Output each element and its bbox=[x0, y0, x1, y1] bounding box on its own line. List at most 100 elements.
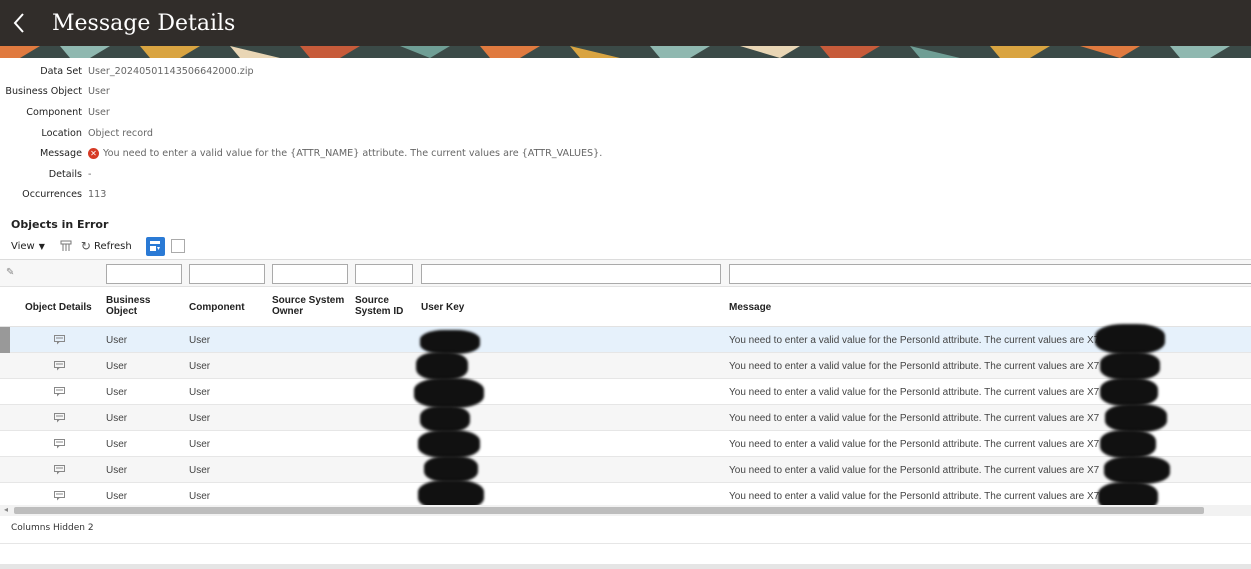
redaction-mark bbox=[418, 430, 480, 458]
cell-business-object: User bbox=[106, 335, 128, 346]
field-details: Details - bbox=[0, 164, 700, 185]
table-toolbar: View ▼ ↻ Refresh bbox=[11, 236, 185, 256]
columns-hidden-count: 2 bbox=[87, 523, 94, 533]
col-message[interactable]: Message bbox=[729, 302, 771, 313]
col-user-key[interactable]: User Key bbox=[421, 302, 464, 313]
chevron-left-icon bbox=[13, 13, 24, 33]
object-details-icon[interactable] bbox=[54, 335, 65, 345]
field-label: Data Set bbox=[40, 65, 82, 77]
object-details-icon[interactable] bbox=[54, 361, 65, 371]
refresh-button[interactable]: ↻ Refresh bbox=[81, 239, 132, 253]
filter-icon bbox=[150, 241, 161, 251]
page-header: Message Details bbox=[0, 0, 1251, 46]
filter-source-system-id[interactable] bbox=[355, 264, 413, 284]
cell-business-object: User bbox=[106, 413, 128, 424]
redaction-mark bbox=[414, 378, 484, 408]
cell-component: User bbox=[189, 465, 211, 476]
redaction-mark bbox=[424, 456, 478, 482]
table-header: Object Details Business Object Component… bbox=[0, 287, 1251, 327]
scroll-left-icon[interactable]: ◂ bbox=[4, 505, 8, 514]
table-row[interactable]: User User You need to enter a valid valu… bbox=[0, 405, 1251, 431]
objects-table: ✎ Object Details Business Object Compone… bbox=[0, 259, 1251, 517]
cell-message: You need to enter a valid value for the … bbox=[729, 335, 1100, 346]
table-row[interactable]: User User You need to enter a valid valu… bbox=[0, 353, 1251, 379]
field-value: User bbox=[88, 106, 110, 118]
scrollbar-thumb[interactable] bbox=[14, 507, 1204, 514]
field-label: Details bbox=[48, 168, 82, 180]
redaction-mark bbox=[420, 330, 480, 354]
decorative-banner bbox=[0, 46, 1251, 58]
cell-message: You need to enter a valid value for the … bbox=[729, 387, 1100, 398]
message-details-form: Data Set User_20240501143506642000.zip B… bbox=[0, 61, 700, 205]
filter-source-system-owner[interactable] bbox=[272, 264, 348, 284]
cell-message: You need to enter a valid value for the … bbox=[729, 361, 1100, 372]
field-label: Message bbox=[39, 148, 82, 160]
field-label: Component bbox=[26, 106, 82, 118]
col-source-system-id[interactable]: Source System ID bbox=[355, 295, 415, 317]
col-business-object[interactable]: Business Object bbox=[106, 295, 166, 317]
field-value: User bbox=[88, 86, 110, 98]
view-menu[interactable]: View ▼ bbox=[11, 241, 45, 252]
detach-icon[interactable] bbox=[170, 239, 185, 253]
object-details-icon[interactable] bbox=[54, 491, 65, 501]
field-label: Occurrences bbox=[22, 189, 82, 201]
object-details-icon[interactable] bbox=[54, 439, 65, 449]
cell-component: User bbox=[189, 491, 211, 502]
freeze-columns-icon[interactable] bbox=[59, 239, 73, 253]
cell-component: User bbox=[189, 413, 211, 424]
redaction-mark bbox=[1100, 430, 1156, 458]
table-row[interactable]: User User You need to enter a valid valu… bbox=[0, 379, 1251, 405]
field-value: - bbox=[88, 168, 92, 180]
field-value: 113 bbox=[88, 189, 107, 201]
cell-business-object: User bbox=[106, 439, 128, 450]
query-by-example-button[interactable] bbox=[145, 236, 165, 256]
filter-user-key[interactable] bbox=[421, 264, 721, 284]
refresh-label: Refresh bbox=[93, 240, 132, 252]
object-details-icon[interactable] bbox=[54, 413, 65, 423]
cell-message: You need to enter a valid value for the … bbox=[729, 465, 1100, 476]
back-button[interactable] bbox=[0, 0, 38, 46]
field-value: Object record bbox=[88, 127, 153, 139]
field-message: Message ✕ You need to enter a valid valu… bbox=[0, 143, 700, 164]
cell-message: You need to enter a valid value for the … bbox=[729, 439, 1100, 450]
cell-business-object: User bbox=[106, 361, 128, 372]
filter-message[interactable] bbox=[729, 264, 1251, 284]
bottom-bar bbox=[0, 564, 1251, 569]
table-row[interactable]: User User You need to enter a valid valu… bbox=[0, 431, 1251, 457]
cell-business-object: User bbox=[106, 387, 128, 398]
object-details-icon[interactable] bbox=[54, 387, 65, 397]
cell-business-object: User bbox=[106, 465, 128, 476]
columns-hidden-status: Columns Hidden 2 bbox=[11, 523, 94, 533]
page-title: Message Details bbox=[52, 10, 236, 36]
col-object-details[interactable]: Object Details bbox=[25, 302, 92, 313]
view-label: View bbox=[11, 240, 35, 252]
cell-business-object: User bbox=[106, 491, 128, 502]
filter-business-object[interactable] bbox=[106, 264, 182, 284]
refresh-icon: ↻ bbox=[80, 239, 91, 253]
redaction-mark bbox=[1100, 378, 1158, 406]
field-value: User_20240501143506642000.zip bbox=[88, 65, 254, 77]
field-business-object: Business Object User bbox=[0, 82, 700, 103]
field-location: Location Object record bbox=[0, 123, 700, 144]
redaction-mark bbox=[1095, 324, 1165, 354]
cell-message: You need to enter a valid value for the … bbox=[729, 491, 1100, 502]
redaction-mark bbox=[420, 406, 470, 432]
message-text: You need to enter a valid value for the … bbox=[103, 148, 603, 160]
cell-component: User bbox=[189, 439, 211, 450]
filter-component[interactable] bbox=[189, 264, 265, 284]
cell-component: User bbox=[189, 387, 211, 398]
table-row[interactable]: User User You need to enter a valid valu… bbox=[0, 327, 1251, 353]
horizontal-scrollbar[interactable]: ◂ bbox=[0, 505, 1251, 516]
table-row[interactable]: User User You need to enter a valid valu… bbox=[0, 457, 1251, 483]
field-label: Location bbox=[41, 127, 82, 139]
field-label: Business Object bbox=[5, 86, 82, 98]
pencil-icon: ✎ bbox=[6, 267, 15, 278]
redaction-mark bbox=[1105, 404, 1167, 432]
field-occurrences: Occurrences 113 bbox=[0, 185, 700, 206]
object-details-icon[interactable] bbox=[54, 465, 65, 475]
col-source-system-owner[interactable]: Source System Owner bbox=[272, 295, 352, 317]
col-component[interactable]: Component bbox=[189, 302, 245, 313]
field-data-set: Data Set User_20240501143506642000.zip bbox=[0, 61, 700, 82]
row-selected-indicator bbox=[0, 327, 10, 353]
filter-row: ✎ bbox=[0, 260, 1251, 287]
